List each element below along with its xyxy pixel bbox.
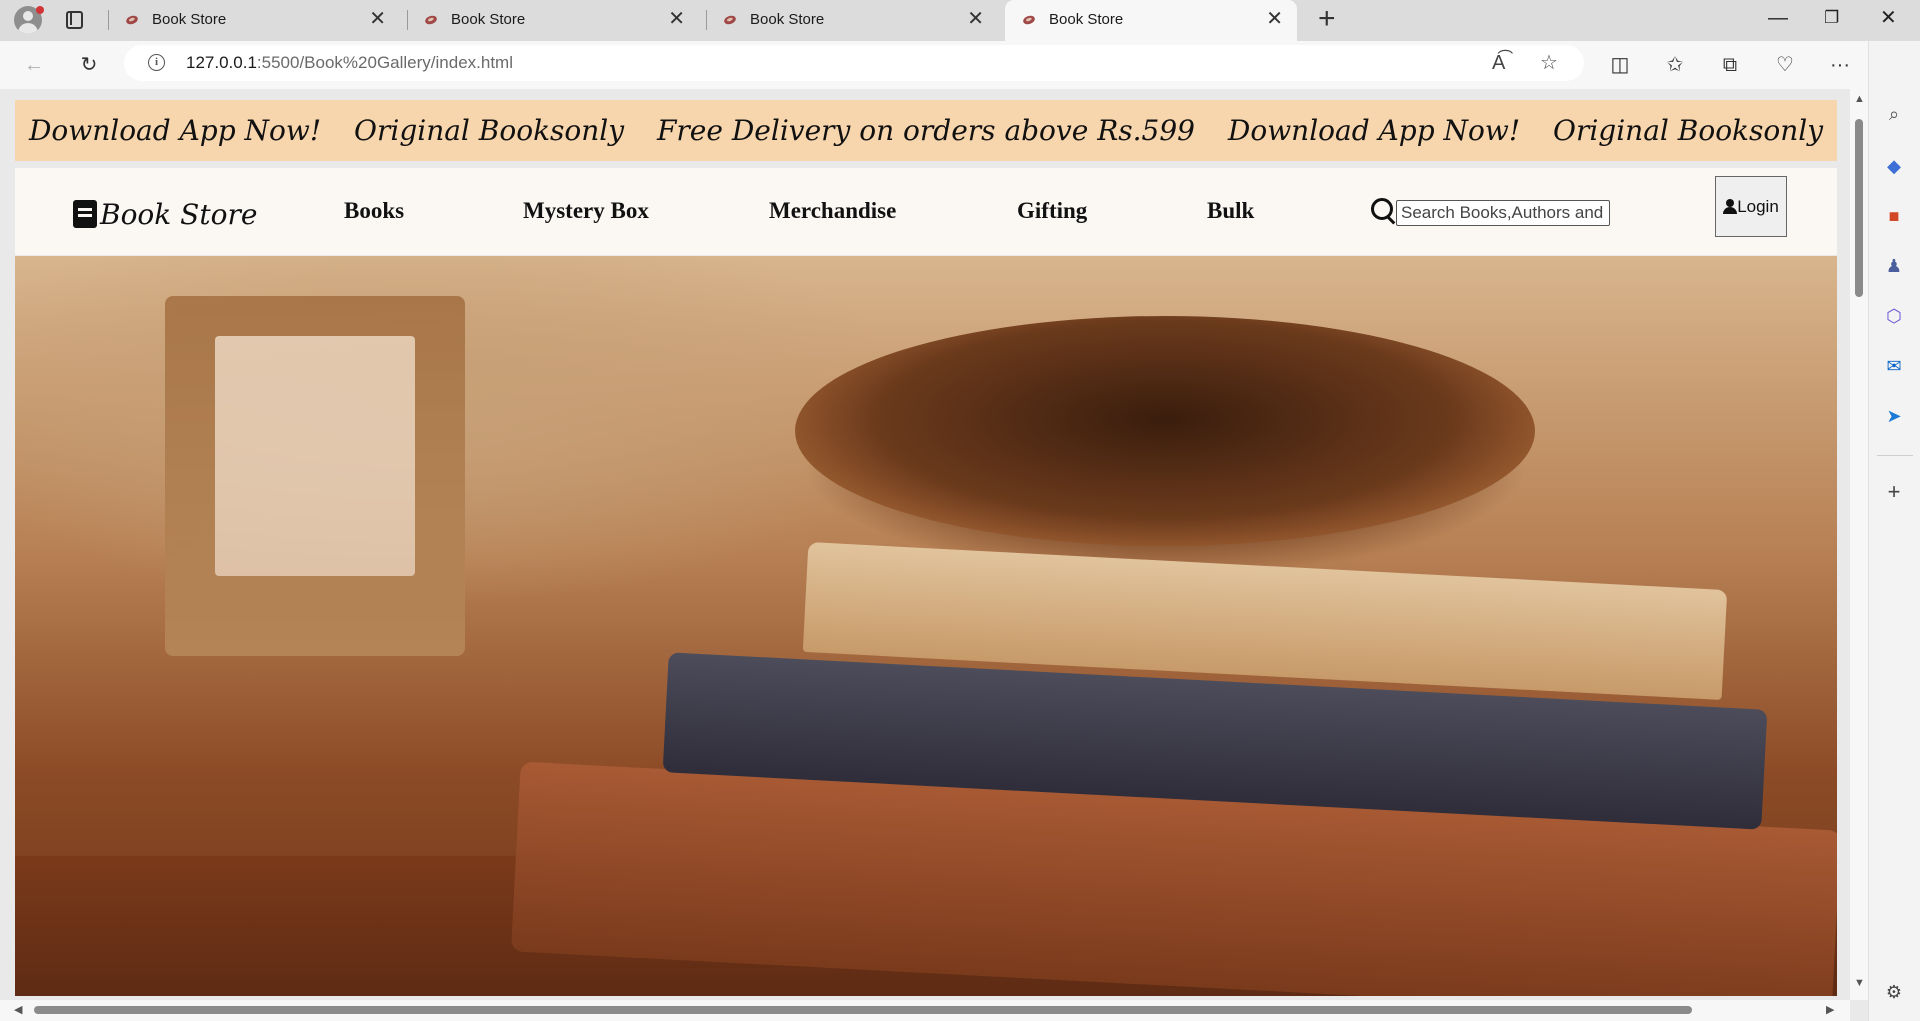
horizontal-scroll-thumb[interactable] [34,1006,1692,1014]
close-tab-icon[interactable]: ✕ [369,8,386,30]
browser-sidebar: ⌕ ◆ ■ ♟ ⬡ ✉ ➤ + ⚙ [1868,41,1920,1021]
search-icon[interactable]: ⌕ [1881,101,1907,127]
search-input[interactable] [1396,200,1610,226]
outlook-icon[interactable]: ✉ [1881,353,1907,379]
tab-title: Book Store [451,11,526,28]
logo-text: Book Store [100,198,258,231]
tab-title: Book Store [152,11,227,28]
more-icon[interactable]: ··· [1824,49,1856,81]
games-icon[interactable]: ♟ [1881,253,1907,279]
tab-2[interactable]: Book Store ✕ [407,0,699,41]
nav-gifting[interactable]: Gifting [1017,198,1087,224]
hero-nest-shape [795,316,1535,546]
close-tab-icon[interactable]: ✕ [1266,8,1283,30]
vertical-scrollbar[interactable]: ▲ ▼ [1850,89,1868,1000]
back-arrow-icon[interactable]: ← [18,49,50,81]
announcement-item: Download App Now! [1227,114,1521,147]
send-icon[interactable]: ➤ [1881,403,1907,429]
tab-actions-icon[interactable] [62,9,84,29]
announcement-banner: Download App Now! Original Booksonly Fre… [15,100,1837,161]
favorites-icon[interactable]: ✩ [1659,49,1691,81]
tab-strip: Book Store ✕ Book Store ✕ Book Store ✕ B… [0,0,1920,41]
read-aloud-icon[interactable]: A͡ [1492,49,1505,77]
new-tab-icon[interactable]: + [1318,4,1336,34]
announcement-item: Download App Now! [28,114,322,147]
tab-3[interactable]: Book Store ✕ [706,0,998,41]
close-tab-icon[interactable]: ✕ [967,8,984,30]
book-favicon-icon [1021,14,1037,26]
book-icon [73,200,97,228]
announcement-item: Original Booksonly [1553,114,1824,147]
horizontal-scrollbar[interactable]: ◀ ▶ [0,1000,1850,1021]
browser-essentials-icon[interactable]: ♡ [1769,49,1801,81]
gear-icon[interactable]: ⚙ [1881,979,1907,1005]
book-favicon-icon [124,14,140,26]
scroll-left-icon[interactable]: ◀ [14,1003,22,1016]
search-icon[interactable] [1371,198,1393,220]
browser-toolbar: ← ↻ i 127.0.0.1:5500/Book%20Gallery/inde… [0,41,1920,89]
tab-title: Book Store [750,11,825,28]
refresh-icon[interactable]: ↻ [73,49,105,81]
tab-1[interactable]: Book Store ✕ [108,0,400,41]
microsoft-365-icon[interactable]: ⬡ [1881,303,1907,329]
address-bar[interactable]: i 127.0.0.1:5500/Book%20Gallery/index.ht… [124,45,1584,81]
minimize-icon[interactable]: — [1768,6,1788,30]
restore-icon[interactable]: ❐ [1824,6,1839,30]
collections-icon[interactable]: ⧉ [1714,49,1746,81]
add-icon[interactable]: + [1881,479,1907,505]
announcement-item: Original Booksonly [354,114,625,147]
login-button[interactable]: Login [1715,176,1787,237]
nav-books[interactable]: Books [344,198,404,224]
site-logo[interactable]: Book Store [73,198,257,231]
close-tab-icon[interactable]: ✕ [668,8,685,30]
book-favicon-icon [722,14,738,26]
announcement-item: Free Delivery on orders above Rs.599 [656,114,1195,147]
sidebar-divider [1877,455,1913,456]
split-screen-icon[interactable]: ◫ [1604,49,1636,81]
user-icon [1723,198,1738,214]
close-window-icon[interactable]: ✕ [1880,6,1897,30]
book-favicon-icon [423,14,439,26]
star-icon[interactable]: ☆ [1540,49,1558,77]
tab-title: Book Store [1049,11,1124,28]
login-label: Login [1737,196,1779,216]
announcement-marquee: Download App Now! Original Booksonly Fre… [15,100,1837,162]
hero-image [15,256,1837,996]
shopping-tag-icon[interactable]: ◆ [1881,153,1907,179]
notification-dot [36,6,44,14]
scroll-down-icon[interactable]: ▼ [1854,977,1865,989]
nav-bulk[interactable]: Bulk [1207,198,1254,224]
site-info-icon[interactable]: i [148,54,165,71]
nav-mystery-box[interactable]: Mystery Box [523,198,649,224]
scroll-up-icon[interactable]: ▲ [1854,93,1865,105]
vertical-scroll-thumb[interactable] [1855,119,1863,297]
site-navbar: Book Store Books Mystery Box Merchandise… [15,168,1837,255]
tools-icon[interactable]: ■ [1881,203,1907,229]
page-viewport: Download App Now! Original Booksonly Fre… [0,89,1868,1021]
hero-photo-frame-shape [165,296,465,656]
address-url[interactable]: 127.0.0.1:5500/Book%20Gallery/index.html [186,53,513,73]
tab-4-active[interactable]: Book Store ✕ [1005,0,1297,41]
nav-merchandise[interactable]: Merchandise [769,198,896,224]
scroll-right-icon[interactable]: ▶ [1826,1003,1834,1016]
